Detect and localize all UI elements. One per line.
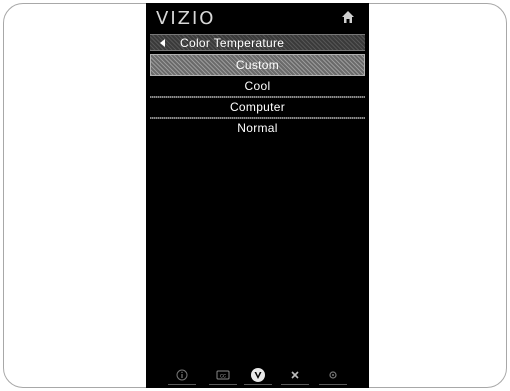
v-logo-icon[interactable] (250, 367, 266, 383)
info-icon[interactable] (175, 368, 189, 382)
tv-screen: VIZIO Color Temperature Custom Cool Comp… (146, 3, 369, 388)
color-temperature-menu: Custom Cool Computer Normal (150, 54, 365, 139)
menu-title: Color Temperature (180, 36, 285, 50)
menu-item-label: Custom (235, 58, 280, 72)
cc-underline (209, 384, 237, 385)
menu-item-label: Computer (229, 100, 286, 114)
svg-text:cc: cc (220, 374, 226, 380)
menu-item-normal[interactable]: Normal (150, 118, 365, 139)
info-underline (168, 384, 196, 385)
chevron-left-icon[interactable] (160, 39, 166, 47)
bottom-bar: cc (146, 364, 369, 388)
cc-icon[interactable]: cc (216, 368, 230, 382)
close-underline (281, 384, 309, 385)
home-icon[interactable] (341, 10, 355, 24)
close-icon[interactable] (288, 368, 302, 382)
menu-item-label: Normal (237, 121, 278, 135)
vizio-logo: VIZIO (156, 8, 216, 29)
menu-item-cool[interactable]: Cool (150, 76, 365, 98)
menu-item-label: Cool (244, 79, 271, 93)
settings-underline (319, 384, 347, 385)
menu-item-custom[interactable]: Custom (150, 54, 365, 76)
v-underline (244, 384, 272, 385)
menu-item-computer[interactable]: Computer (150, 97, 365, 119)
settings-icon[interactable] (326, 368, 340, 382)
menu-title-bar[interactable]: Color Temperature (150, 34, 365, 51)
header: VIZIO (146, 3, 369, 31)
